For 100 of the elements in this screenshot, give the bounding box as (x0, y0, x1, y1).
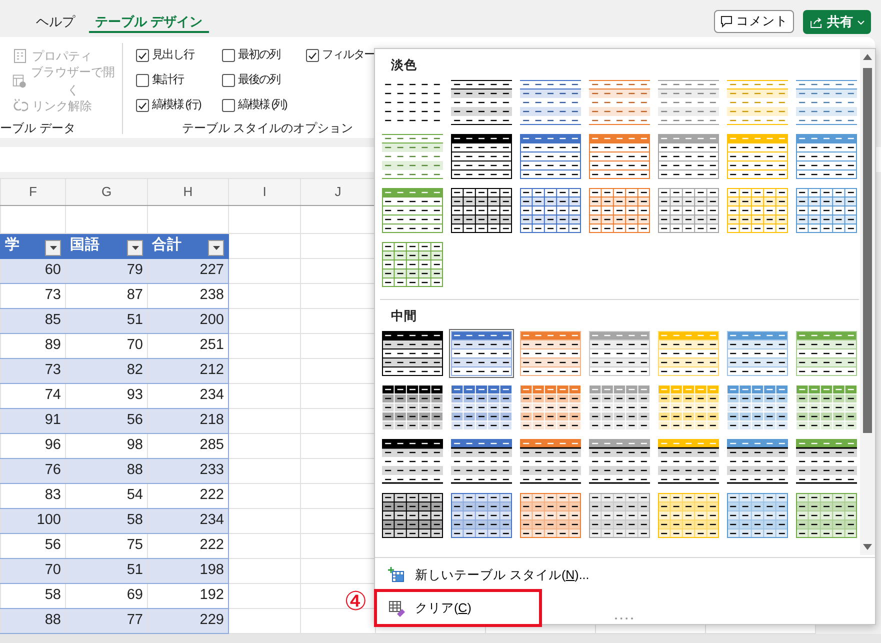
table-plus-icon (388, 566, 406, 584)
section-heading: 中間 (390, 308, 418, 325)
table-style-thumbnail[interactable] (449, 132, 514, 181)
table-style-thumbnail[interactable] (656, 186, 721, 235)
table-style-thumbnail[interactable] (656, 491, 721, 540)
table-style-thumbnail[interactable] (518, 186, 583, 235)
table-style-thumbnail[interactable] (794, 78, 859, 127)
table-style-thumbnail[interactable] (794, 437, 859, 486)
comment-icon (720, 15, 733, 28)
column-header[interactable]: F (0, 178, 66, 206)
table-style-thumbnail[interactable] (725, 78, 790, 127)
checkbox[interactable] (222, 74, 235, 87)
comment-button[interactable]: コメント (714, 10, 794, 33)
properties-icon (12, 48, 28, 64)
table-style-thumbnail[interactable] (725, 186, 790, 235)
table-style-thumbnail[interactable] (518, 329, 583, 378)
filter-dropdown-button[interactable] (127, 240, 143, 256)
scroll-up-icon (863, 54, 872, 60)
share-button[interactable]: 共有 (803, 10, 871, 34)
table-style-thumbnail[interactable] (794, 491, 859, 540)
table-style-thumbnail[interactable] (794, 383, 859, 432)
table-style-thumbnail[interactable] (587, 491, 652, 540)
table-style-thumbnail[interactable] (449, 491, 514, 540)
table-style-thumbnail[interactable] (518, 78, 583, 127)
table-style-thumbnail[interactable] (587, 186, 652, 235)
group-label: ーブル データ (0, 120, 76, 137)
column-title: 合計 (152, 236, 182, 256)
checkbox[interactable] (222, 99, 235, 112)
ribbon-tab[interactable]: ヘルプ (30, 0, 81, 33)
table-cell: 200 (148, 308, 228, 334)
table-style-thumbnail[interactable] (380, 240, 445, 289)
filter-dropdown-button[interactable] (45, 240, 61, 256)
menu-item[interactable]: クリア(C) (377, 594, 478, 622)
table-cell: 233 (148, 458, 228, 484)
checkbox[interactable] (306, 49, 319, 62)
table-style-thumbnail[interactable] (380, 491, 445, 540)
table-style-thumbnail[interactable] (656, 383, 721, 432)
table-style-thumbnail[interactable] (380, 132, 445, 181)
table-cell: 70 (0, 558, 66, 584)
table-style-thumbnail[interactable] (587, 329, 652, 378)
checkbox[interactable] (222, 49, 235, 62)
table-cell: 198 (148, 558, 228, 584)
table-style-thumbnail[interactable] (518, 491, 583, 540)
table-cell: 229 (148, 608, 228, 634)
checkbox[interactable] (136, 49, 149, 62)
table-cell: 76 (0, 458, 66, 484)
table-style-thumbnail[interactable] (449, 78, 514, 127)
table-style-thumbnail[interactable] (656, 437, 721, 486)
table-style-thumbnail[interactable] (380, 437, 445, 486)
table-style-thumbnail[interactable] (449, 437, 514, 486)
table-cell: 51 (66, 558, 148, 584)
table-style-thumbnail[interactable] (449, 329, 514, 378)
table-style-thumbnail[interactable] (587, 437, 652, 486)
ribbon-tab[interactable]: テーブル デザイン (89, 0, 209, 33)
table-style-thumbnail[interactable] (794, 132, 859, 181)
table-style-thumbnail[interactable] (518, 383, 583, 432)
table-style-thumbnail[interactable] (725, 491, 790, 540)
unlink-icon (12, 98, 28, 114)
table-cell: 58 (66, 508, 148, 534)
table-cell: 51 (66, 308, 148, 334)
table-style-thumbnail[interactable] (656, 329, 721, 378)
table-style-thumbnail[interactable] (449, 383, 514, 432)
column-header[interactable]: H (148, 178, 228, 206)
checkbox[interactable] (136, 74, 149, 87)
table-style-thumbnail[interactable] (587, 78, 652, 127)
table-style-thumbnail[interactable] (380, 186, 445, 235)
table-style-thumbnail[interactable] (794, 186, 859, 235)
table-style-thumbnail[interactable] (656, 78, 721, 127)
scrollbar-thumb[interactable] (863, 68, 872, 433)
table-style-thumbnail[interactable] (725, 437, 790, 486)
table-style-thumbnail[interactable] (518, 132, 583, 181)
column-header[interactable]: I (228, 178, 300, 206)
checkbox-label: 最後の列 (238, 72, 280, 88)
table-style-thumbnail[interactable] (518, 437, 583, 486)
table-style-thumbnail[interactable] (725, 329, 790, 378)
table-style-thumbnail[interactable] (794, 329, 859, 378)
table-style-thumbnail[interactable] (380, 329, 445, 378)
table-cell: 227 (148, 258, 228, 284)
table-style-thumbnail[interactable] (380, 383, 445, 432)
table-cell: 77 (66, 608, 148, 634)
table-cell: 100 (0, 508, 66, 534)
table-style-thumbnail[interactable] (725, 132, 790, 181)
table-style-thumbnail[interactable] (587, 383, 652, 432)
table-cell: 56 (66, 408, 148, 434)
column-header[interactable]: G (66, 178, 148, 206)
table-style-thumbnail[interactable] (725, 383, 790, 432)
table-cell: 88 (0, 608, 66, 634)
table-style-thumbnail[interactable] (656, 132, 721, 181)
column-header[interactable]: J (300, 178, 376, 206)
caret-icon (857, 20, 865, 24)
table-style-thumbnail[interactable] (587, 132, 652, 181)
table-cell: 79 (66, 258, 148, 284)
scrollbar-track[interactable] (860, 49, 875, 555)
resize-grip-icon (614, 617, 634, 620)
filter-dropdown-button[interactable] (208, 240, 224, 256)
checkbox[interactable] (136, 99, 149, 112)
caret-icon (132, 246, 138, 250)
table-style-thumbnail[interactable] (449, 186, 514, 235)
caret-icon (50, 246, 56, 250)
menu-item[interactable]: 新しいテーブル スタイル(N)... (375, 562, 875, 589)
